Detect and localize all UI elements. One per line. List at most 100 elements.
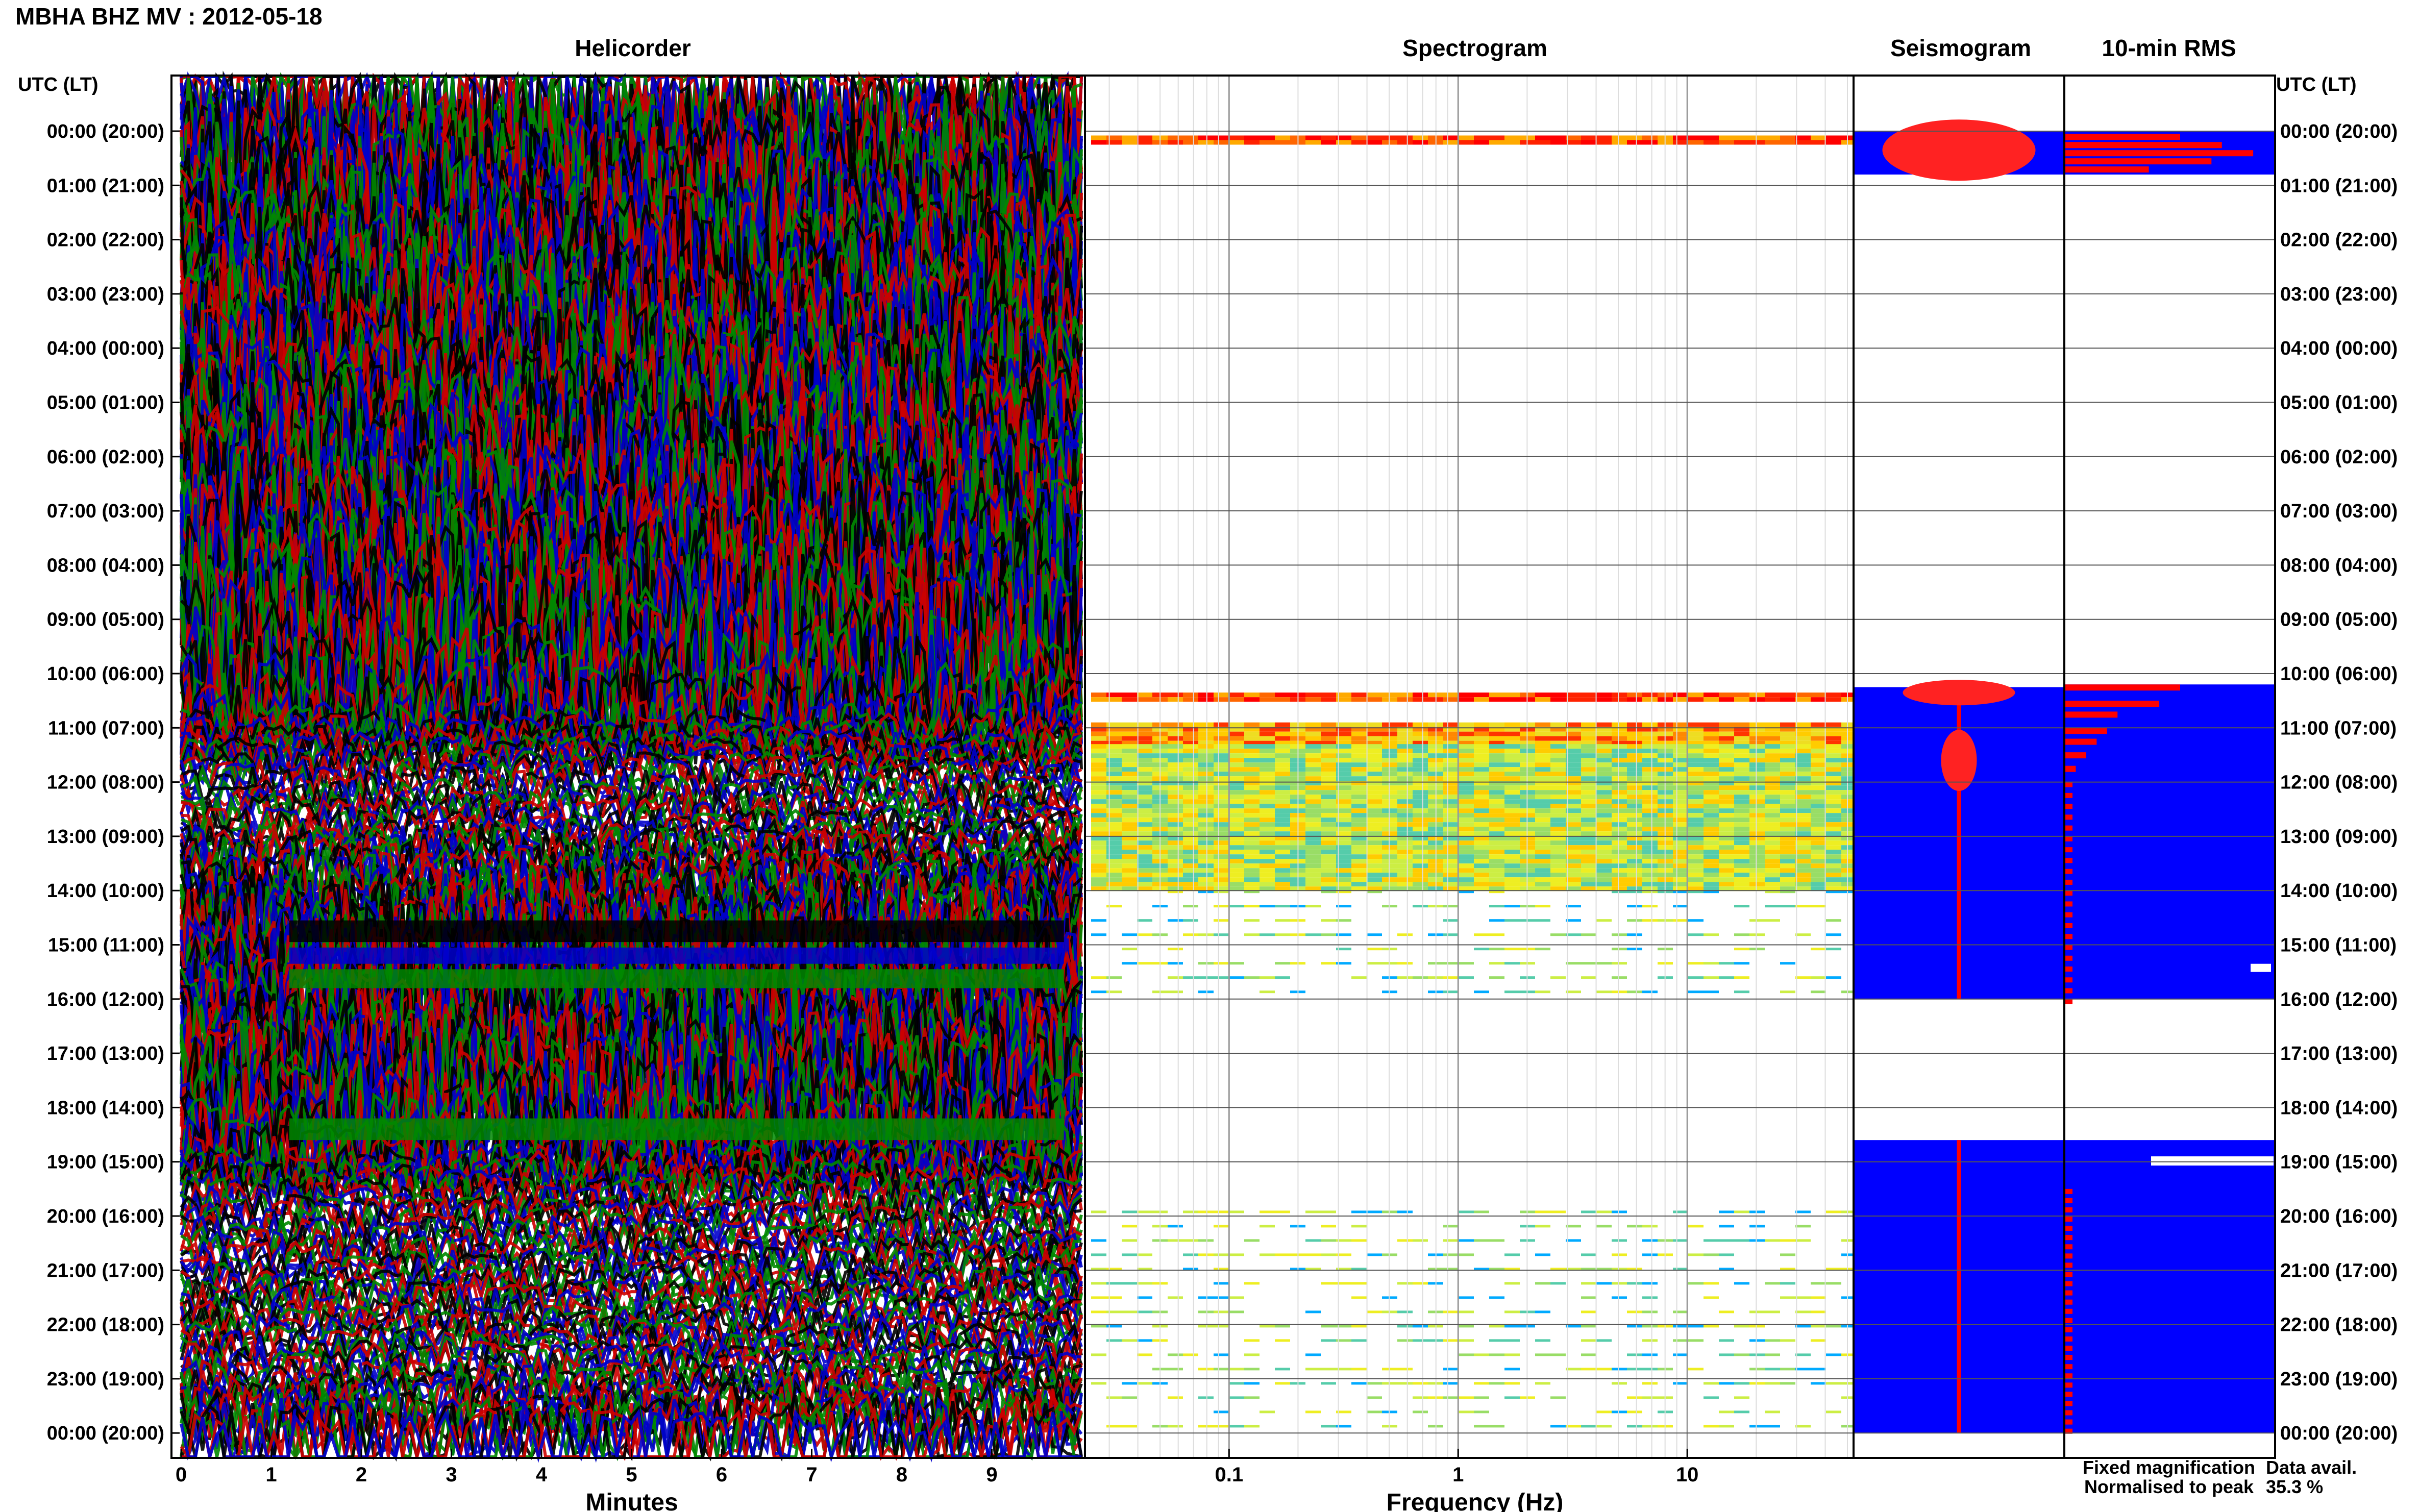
spectrogram-cell [1704, 135, 1719, 140]
spectrogram-cell [1091, 744, 1106, 749]
spectrogram-cell [1137, 776, 1152, 781]
spectrogram-cell [1198, 1368, 1214, 1371]
spectrogram-cell [1443, 799, 1459, 804]
spectrogram-cell [1443, 962, 1459, 965]
spectrogram-cell [1749, 1368, 1765, 1371]
spectrogram-cell [1596, 808, 1612, 813]
spectrogram-cell [1504, 1368, 1520, 1371]
y-tick-label-right: 04:00 (00:00) [2280, 338, 2398, 359]
spectrogram-cell [1198, 840, 1214, 846]
spectrogram-cell [1091, 817, 1106, 823]
spectrogram-cell [1260, 722, 1275, 727]
spectrogram-cell [1673, 790, 1688, 795]
spectrogram-cell [1489, 868, 1504, 873]
spectrogram-cell [1642, 781, 1658, 786]
spectrogram-cell [1091, 731, 1106, 736]
spectrogram-cell [1765, 731, 1780, 736]
spectrogram-cell [1091, 933, 1106, 936]
spectrogram-cell [1106, 854, 1122, 859]
spectrogram-cell [1275, 863, 1290, 869]
spectrogram-cell [1535, 868, 1550, 873]
spectrogram-cell [1305, 753, 1321, 758]
spectrogram-cell [1627, 804, 1642, 809]
spectrogram-cell [1106, 795, 1122, 800]
spectrogram-cell [1596, 850, 1612, 855]
spectrogram-cell [1627, 785, 1642, 790]
spectrogram-cell [1566, 863, 1581, 869]
spectrogram-cell [1413, 863, 1428, 869]
spectrogram-cell [1168, 799, 1183, 804]
spectrogram-cell [1749, 933, 1765, 936]
spectrogram-cell [1367, 772, 1382, 777]
y-tick-label-left: 17:00 (13:00) [47, 1043, 164, 1064]
spectrogram-cell [1106, 762, 1122, 767]
rms-bar [2065, 945, 2072, 950]
spectrogram-cell [1459, 785, 1474, 790]
spectrogram-cell [1550, 877, 1566, 882]
spectrogram-cell [1504, 781, 1520, 786]
spectrogram-cell [1091, 697, 1106, 702]
spectrogram-cell [1765, 795, 1780, 800]
spectrogram-cell [1642, 1339, 1658, 1342]
spectrogram-cell [1811, 1282, 1826, 1285]
spectrogram-cell [1351, 827, 1367, 832]
spectrogram-cell [1474, 749, 1489, 754]
spectrogram-cell [1122, 1339, 1137, 1342]
spectrogram-cell [1106, 850, 1122, 855]
y-tick-label-right: 09:00 (05:00) [2280, 609, 2398, 631]
spectrogram-cell [1459, 736, 1474, 741]
spectrogram-cell [1168, 877, 1183, 882]
spectrogram-cell [1321, 877, 1336, 882]
spectrogram-cell [1749, 882, 1765, 887]
spectrogram-cell [1811, 850, 1826, 855]
spectrogram-cell [1826, 868, 1841, 873]
spectrogram-cell [1260, 692, 1275, 698]
spectrogram-cell [1168, 804, 1183, 809]
spectrogram-cell [1443, 722, 1459, 727]
spectrogram-cell [1581, 772, 1596, 777]
spectrogram-cell [1780, 804, 1795, 809]
spectrogram-cell [1749, 772, 1765, 777]
spectrogram-cell [1198, 850, 1214, 855]
spectrogram-cell [1795, 905, 1811, 908]
y-axis-label-right: UTC (LT) [2276, 74, 2357, 95]
spectrogram-cell [1704, 882, 1719, 887]
spectrogram-cell [1122, 1282, 1137, 1285]
spectrogram-cell [1688, 854, 1704, 859]
spectrogram-cell [1106, 827, 1122, 832]
spectrogram-cell [1413, 135, 1428, 140]
spectrogram-cell [1795, 933, 1811, 936]
spectrogram-cell [1413, 785, 1428, 790]
spectrogram-cell [1780, 1253, 1795, 1256]
spectrogram-cell [1275, 1253, 1290, 1256]
spectrogram-cell [1321, 804, 1336, 809]
spectrogram-cell [1504, 692, 1520, 698]
spectrogram-cell [1443, 1382, 1459, 1385]
spectrogram-cell [1168, 795, 1183, 800]
spectrogram-cell [1581, 1210, 1596, 1213]
spectrogram-cell [1504, 808, 1520, 813]
rms-bar [2065, 1373, 2072, 1379]
spectrogram-cell [1351, 776, 1367, 781]
spectrogram-cell [1305, 868, 1321, 873]
spectrogram-cell [1474, 813, 1489, 818]
spectrogram-cell [1550, 808, 1566, 813]
spectrogram-cell [1780, 854, 1795, 859]
spectrogram-cell [1765, 827, 1780, 832]
spectrogram-cell [1795, 140, 1811, 145]
spectrogram-cell [1780, 882, 1795, 887]
spectrogram-cell [1367, 135, 1382, 140]
helicorder-trace-block [289, 920, 1064, 943]
spectrogram-cell [1367, 882, 1382, 887]
figure: 00:00 (20:00) 00:00 (20:00)01:00 (21:00) 0… [15, 3, 2398, 1512]
spectrogram-cell [1535, 877, 1550, 882]
spectrogram-cell [1183, 817, 1198, 823]
spectrogram-cell [1305, 776, 1321, 781]
rms-bar [2065, 869, 2072, 874]
spectrogram-cell [1535, 854, 1550, 859]
spectrogram-cell [1596, 135, 1612, 140]
y-axis-label-left: UTC (LT) [18, 74, 98, 95]
spectrogram-cell [1765, 697, 1780, 702]
spectrogram-cell [1795, 731, 1811, 736]
spectrogram-cell [1122, 831, 1137, 836]
